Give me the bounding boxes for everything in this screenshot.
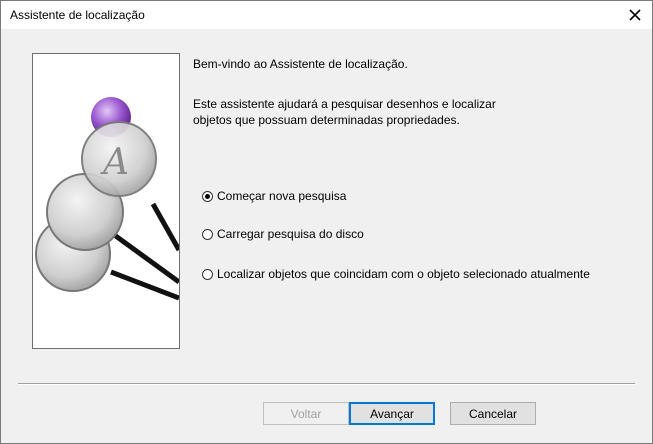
option-match-selected[interactable]: Localizar objetos que coincidam com o ob… [202,267,590,281]
next-button[interactable]: Avançar [349,402,435,425]
description-text: Este assistente ajudará a pesquisar dese… [193,96,523,128]
separator [18,383,635,385]
radio-new-search[interactable] [202,190,213,202]
description-line-2: objetos que possuam determinadas proprie… [193,113,460,127]
back-button[interactable]: Voltar [263,402,349,425]
radio-load-search[interactable] [202,228,213,240]
option-match-selected-label: Localizar objetos que coincidam com o ob… [217,267,590,281]
option-new-search[interactable]: Começar nova pesquisa [202,189,346,203]
option-new-search-label: Começar nova pesquisa [217,189,347,203]
radio-match-selected[interactable] [202,268,213,280]
close-button[interactable] [618,1,652,29]
magnifying-glasses-illustration: A [35,97,179,301]
window-title: Assistente de localização [10,8,145,22]
option-load-search-label: Carregar pesquisa do disco [217,227,364,241]
title-bar: Assistente de localização [1,1,652,29]
description-line-1: Este assistente ajudará a pesquisar dese… [193,97,496,111]
wizard-illustration-panel: A [32,53,180,349]
cancel-button[interactable]: Cancelar [450,402,536,425]
close-icon [629,9,641,21]
svg-text:A: A [100,142,129,183]
option-load-search[interactable]: Carregar pesquisa do disco [202,227,364,241]
welcome-text: Bem-vindo ao Assistente de localização. [193,57,408,71]
find-wizard-dialog: Assistente de localização A Bem-vindo ao… [0,0,653,444]
